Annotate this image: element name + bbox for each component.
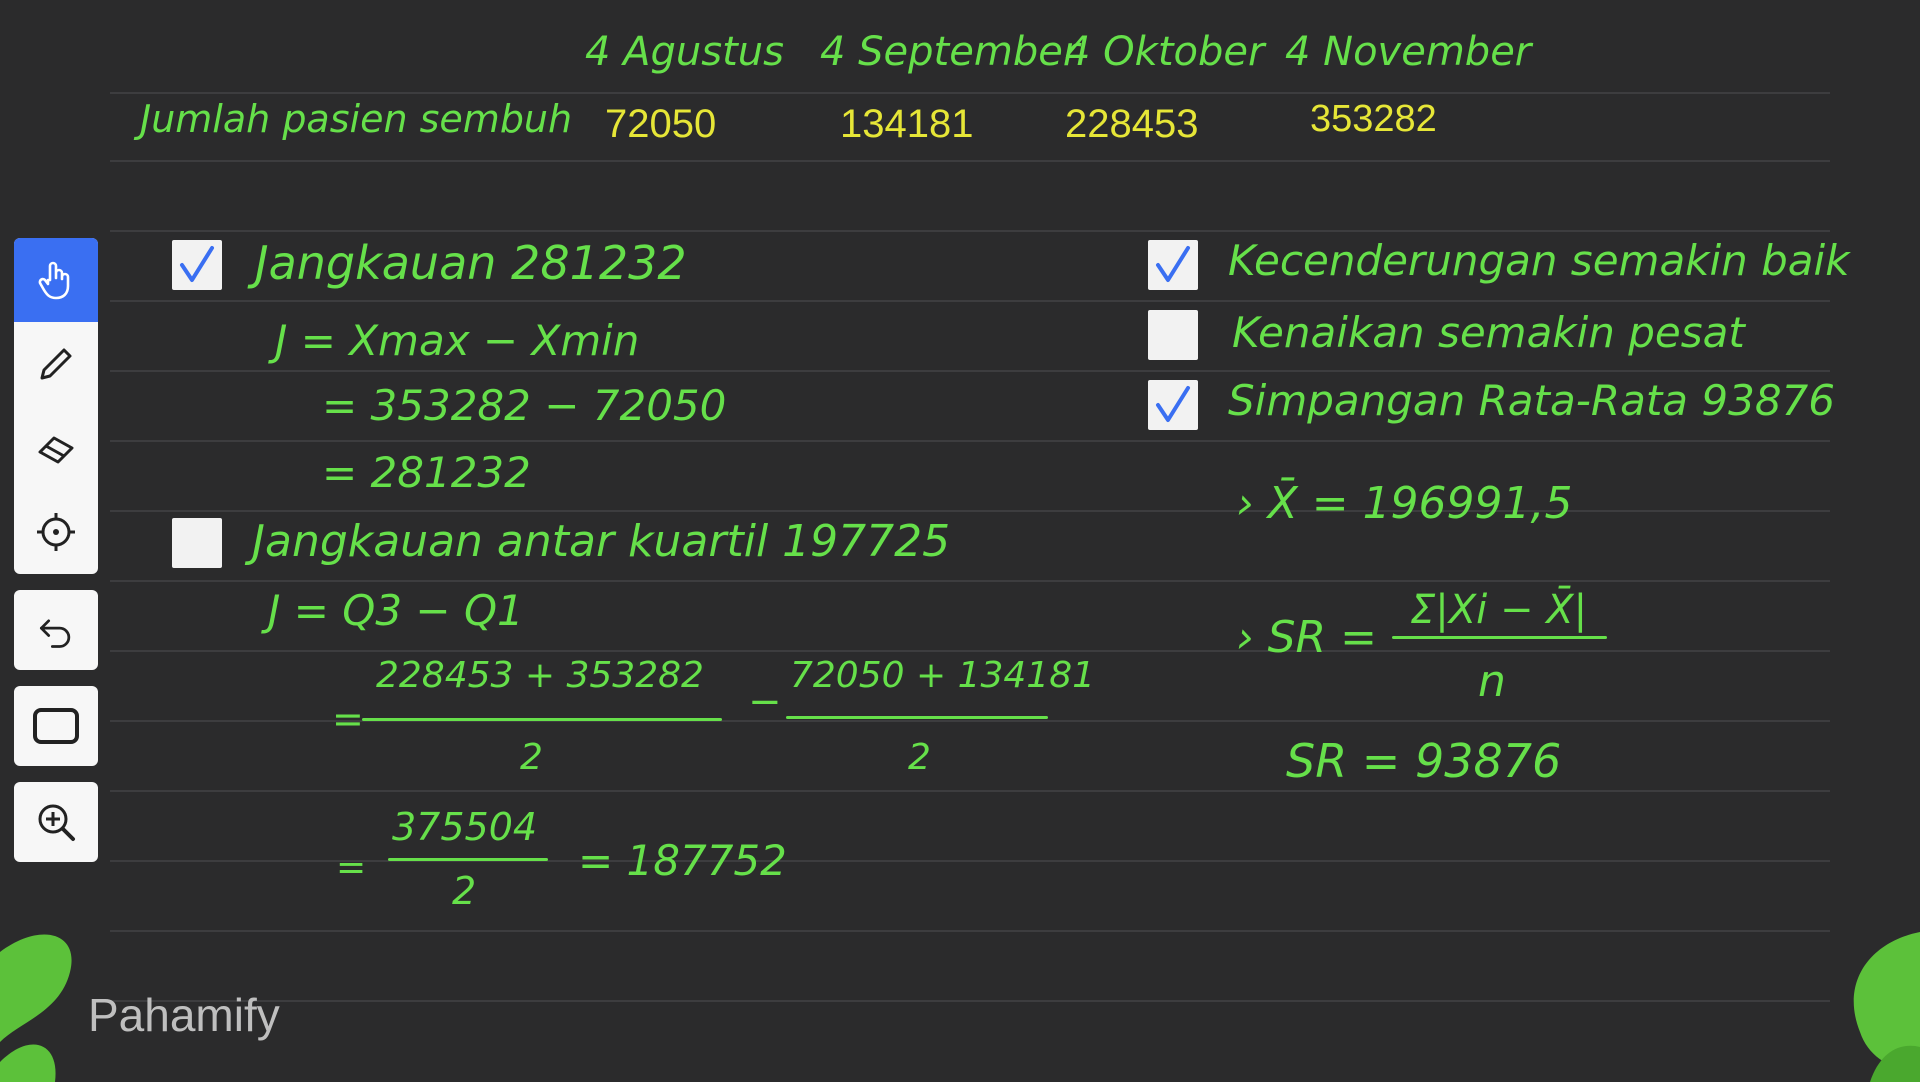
jak-result: = 187752 (578, 836, 787, 885)
check-icon (1156, 246, 1190, 282)
mean-value: › X̄ = 196991,5 (1236, 478, 1573, 529)
value-september: 134181 (840, 102, 974, 146)
ruled-line (110, 160, 1830, 162)
whiteboard-canvas[interactable]: Jumlah pasien sembuh 4 Agustus 4 Septemb… (0, 0, 1920, 1082)
checkbox-jangkauan-antar-kuartil[interactable] (172, 518, 222, 568)
date-oktober: 4 Oktober (1065, 29, 1265, 75)
fraction-line (362, 718, 722, 721)
ruled-line (110, 1000, 1830, 1002)
ruled-line (110, 440, 1830, 442)
value-oktober: 228453 (1065, 102, 1199, 146)
leaf-decoration-left (0, 934, 72, 1082)
undo-tool[interactable] (14, 590, 98, 670)
simpangan-label: Simpangan Rata-Rata 93876 (1228, 376, 1835, 425)
value-agustus: 72050 (605, 102, 717, 146)
check-icon (1156, 386, 1190, 422)
jak-frac2-numerator: 72050 + 134181 (790, 655, 1095, 696)
zoom-in-icon (38, 804, 75, 841)
pen-icon (40, 348, 72, 380)
leaf-decoration-right (1853, 932, 1920, 1082)
ruled-line (110, 230, 1830, 232)
hand-icon (38, 261, 70, 300)
pahamify-logo: Pahamify (88, 989, 280, 1041)
sr-denominator: n (1478, 656, 1506, 707)
rectangle-icon (33, 708, 79, 744)
jak-frac3-numerator: 375504 (392, 805, 538, 849)
date-agustus: 4 Agustus (585, 29, 784, 75)
shape-toolbar (14, 686, 98, 766)
date-september: 4 September (820, 29, 1080, 75)
sr-result: SR = 93876 (1286, 734, 1562, 788)
jak-frac1-numerator: 228453 + 353282 (376, 655, 704, 696)
ruled-line (110, 860, 1830, 862)
zoom-in-tool[interactable] (14, 782, 98, 862)
zoom-toolbar (14, 782, 98, 862)
jak-frac2-denominator: 2 (908, 737, 931, 778)
checkbox-kenaikan[interactable] (1148, 310, 1198, 360)
pointer-tool[interactable] (14, 490, 98, 574)
eraser-tool[interactable] (14, 406, 98, 490)
kecenderungan-label: Kecenderungan semakin baik (1228, 236, 1850, 285)
crosshair-icon (37, 513, 75, 551)
checkbox-jangkauan[interactable] (172, 240, 222, 290)
row-label: Jumlah pasien sembuh (140, 97, 573, 141)
sr-numerator: Σ|Xi − X̄| (1410, 587, 1588, 633)
jangkauan-title: Jangkauan 281232 (255, 236, 687, 290)
ruled-line (110, 370, 1830, 372)
fraction-line (388, 858, 548, 861)
pen-tool[interactable] (14, 322, 98, 406)
value-november: 353282 (1310, 98, 1437, 140)
jak-frac3-denominator: 2 (452, 869, 477, 913)
jangkauan-result: = 281232 (322, 448, 531, 497)
jak-eq-sign: = (332, 697, 364, 741)
checkbox-simpangan[interactable] (1148, 380, 1198, 430)
jangkauan-formula: J = Xmax − Xmin (275, 316, 640, 365)
fraction-line (1392, 636, 1607, 639)
sr-lhs: › SR = (1236, 612, 1377, 663)
check-icon (180, 246, 214, 282)
fraction-line (786, 716, 1048, 719)
date-november: 4 November (1285, 29, 1532, 75)
ruled-line (110, 92, 1830, 94)
hand-tool[interactable] (14, 238, 98, 322)
eraser-icon (38, 436, 74, 464)
kenaikan-label: Kenaikan semakin pesat (1232, 308, 1745, 357)
rectangle-tool[interactable] (14, 686, 98, 766)
jangkauan-substitution: = 353282 − 72050 (322, 381, 727, 430)
jak-frac1-denominator: 2 (520, 737, 543, 778)
jak-formula: J = Q3 − Q1 (268, 586, 524, 635)
undo-toolbar (14, 590, 98, 670)
undo-icon (39, 619, 71, 648)
checkbox-kecenderungan[interactable] (1148, 240, 1198, 290)
ruled-line (110, 930, 1830, 932)
ruled-line (110, 300, 1830, 302)
jak-eq-sign-2: = (336, 847, 367, 888)
ruled-line (110, 790, 1830, 792)
jak-title: Jangkauan antar kuartil 197725 (252, 516, 951, 567)
drawing-toolbar (14, 238, 98, 574)
ruled-line (110, 650, 1830, 652)
ruled-line (110, 580, 1830, 582)
jak-minus-sign: − (748, 679, 782, 725)
